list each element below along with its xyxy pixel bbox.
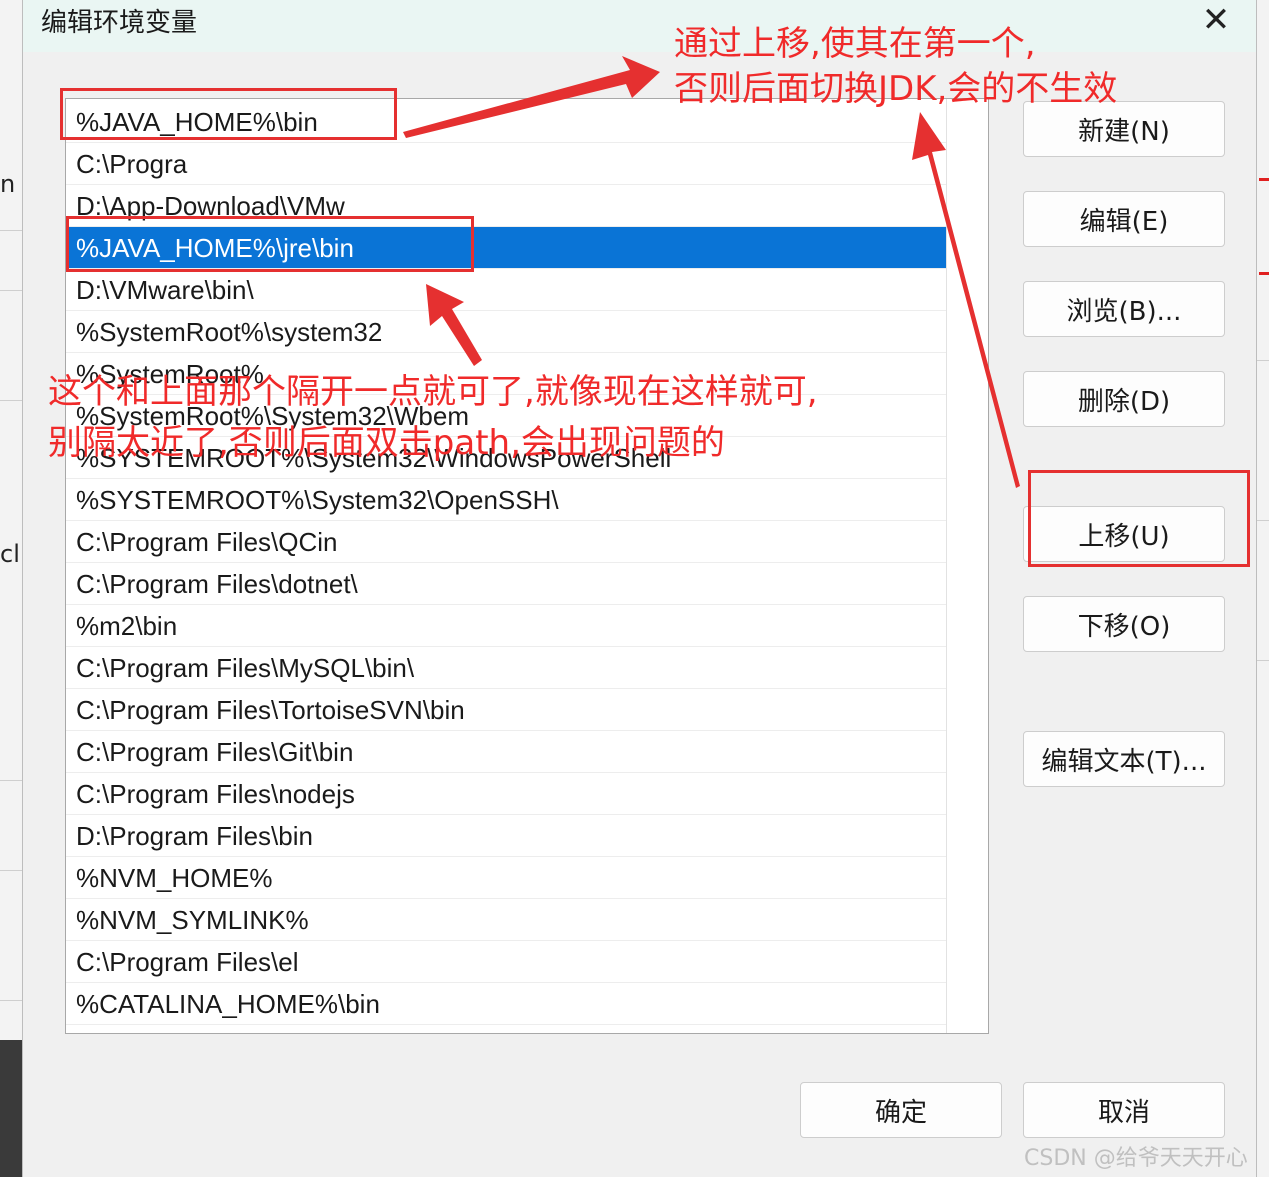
list-item[interactable]: C:\Program Files\el bbox=[66, 941, 946, 983]
ok-button[interactable]: 确定 bbox=[800, 1082, 1002, 1138]
edit-text-button[interactable]: 编辑文本(T)... bbox=[1023, 731, 1225, 787]
list-item[interactable]: C:\Program Files\TortoiseSVN\bin bbox=[66, 689, 946, 731]
note-spacing-line2: 别隔太近了,否则后面双击path,会出现问题的 bbox=[48, 423, 725, 463]
list-item[interactable]: C:\Program Files\MySQL\bin\ bbox=[66, 647, 946, 689]
list-item[interactable]: D:\Program Files\bin bbox=[66, 815, 946, 857]
delete-button[interactable]: 删除(D) bbox=[1023, 371, 1225, 427]
move-down-button[interactable]: 下移(O) bbox=[1023, 596, 1225, 652]
background-text: n bbox=[0, 170, 16, 198]
background-text: cl bbox=[0, 540, 20, 568]
list-item[interactable]: C:\Program Files\QCin bbox=[66, 521, 946, 563]
note-move-first-line1: 通过上移,使其在第一个, bbox=[674, 24, 1036, 64]
note-spacing-line1: 这个和上面那个隔开一点就可了,就像现在这样就可, bbox=[48, 372, 818, 412]
csdn-watermark: CSDN @给爷天天开心 bbox=[1024, 1146, 1248, 1171]
edit-env-variable-dialog: 编辑环境变量 ✕ %JAVA_HOME%\bin C:\Progra D:\App-… bbox=[22, 0, 1257, 1177]
list-item[interactable]: %SYSTEMROOT%\System32\OpenSSH\ bbox=[66, 479, 946, 521]
list-item[interactable]: C:\Progra bbox=[66, 143, 946, 185]
title-bar: 编辑环境变量 ✕ bbox=[23, 0, 1256, 52]
cancel-button[interactable]: 取消 bbox=[1023, 1082, 1225, 1138]
list-item[interactable]: %CATALINA_HOME%\bin bbox=[66, 983, 946, 1025]
highlight-box-move-up bbox=[1028, 470, 1250, 567]
list-item[interactable]: %NVM_HOME% bbox=[66, 857, 946, 899]
note-move-first-line2: 否则后面切换JDK,会的不生效 bbox=[674, 69, 1118, 109]
dialog-title: 编辑环境变量 bbox=[41, 8, 198, 38]
list-item[interactable]: %NVM_SYMLINK% bbox=[66, 899, 946, 941]
list-item[interactable]: C:\Program Files\nodejs bbox=[66, 773, 946, 815]
edit-button[interactable]: 编辑(E) bbox=[1023, 191, 1225, 247]
browse-button[interactable]: 浏览(B)... bbox=[1023, 281, 1225, 337]
list-item[interactable]: %m2\bin bbox=[66, 605, 946, 647]
background-window-left: n cl bbox=[0, 0, 23, 1040]
list-item[interactable]: D:\VMware\bin\ bbox=[66, 269, 946, 311]
highlight-box-jre-bin bbox=[66, 216, 474, 272]
close-icon[interactable]: ✕ bbox=[1196, 0, 1236, 42]
list-item[interactable]: C:\Program Files\dotnet\ bbox=[66, 563, 946, 605]
list-item[interactable]: C:\Program Files\Git\bin bbox=[66, 731, 946, 773]
background-window-right bbox=[1255, 0, 1269, 1177]
highlight-box-java-bin bbox=[60, 88, 397, 140]
list-item[interactable]: %SystemRoot%\system32 bbox=[66, 311, 946, 353]
